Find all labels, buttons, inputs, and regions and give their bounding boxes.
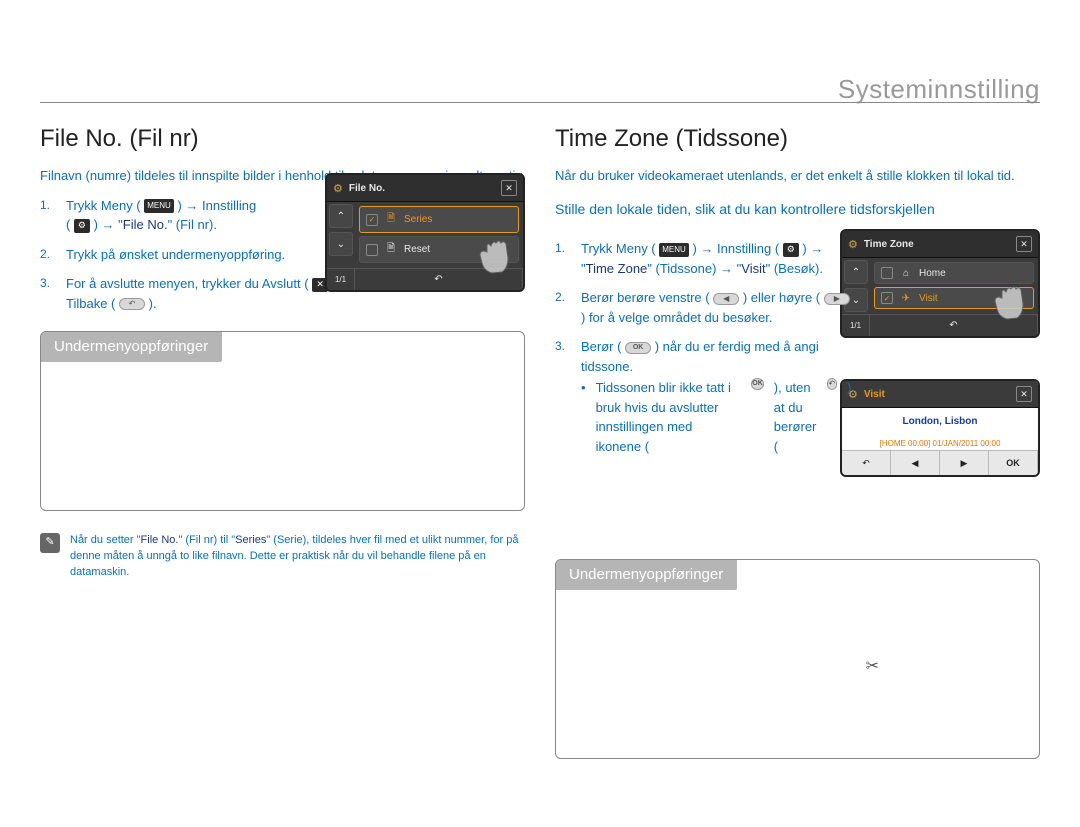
right-column: Time Zone (Tidssone) Når du bruker video… xyxy=(555,125,1040,759)
lcd-row-label: Home xyxy=(919,268,946,279)
close-icon: ✕ xyxy=(501,180,517,196)
page-indicator: 1/1 xyxy=(327,268,355,290)
step-text-navy: File No. xyxy=(123,217,168,232)
submenu-box-file-no: Undermenyoppføringer xyxy=(40,331,525,511)
arrow-left-icon: ◀ xyxy=(891,451,940,475)
step-text: " (Fil nr). xyxy=(168,217,217,232)
gear-icon: ⚙ xyxy=(783,243,799,257)
file-icon: 🗎 xyxy=(384,241,398,258)
lcd-title: Time Zone xyxy=(864,239,914,250)
step-text: ). xyxy=(847,378,855,456)
step-text: Trykk Meny ( xyxy=(66,198,141,213)
step-text-navy: Visit xyxy=(741,261,765,276)
step-text: For å avslutte menyen, trykker du Avslut… xyxy=(66,276,309,291)
step-text: " (Besøk). xyxy=(766,261,823,276)
step-text: ). xyxy=(149,296,157,311)
note-text: Når du setter " xyxy=(70,534,141,546)
note-text-navy: Series xyxy=(235,534,266,546)
back-icon: ↶ xyxy=(119,298,145,310)
step-marker: 3. xyxy=(555,337,571,466)
lcd-row-label: Visit xyxy=(919,293,938,304)
step-text: ) → Innstilling xyxy=(177,198,256,213)
check-icon: ✓ xyxy=(366,214,378,226)
step-text: " (Tidssone) → " xyxy=(647,261,741,276)
back-icon: ↶ xyxy=(827,378,837,390)
menu-button-icon: MENU xyxy=(144,199,174,213)
arrow-left-icon: ◀ xyxy=(713,293,739,305)
lcd-file-no: ⚙ File No. ✕ ⌃ ⌄ ✓ 🗎 Series xyxy=(325,173,525,292)
note-icon: ✎ xyxy=(40,533,60,553)
step-marker: 1. xyxy=(555,239,571,278)
chevron-up-icon: ⌃ xyxy=(329,204,353,228)
chapter-title: Systeminnstilling xyxy=(838,74,1040,105)
intro-time-zone: Når du bruker videokameraet utenlands, e… xyxy=(555,167,1040,186)
check-empty-icon xyxy=(881,267,893,279)
chevron-down-icon: ⌄ xyxy=(329,232,353,256)
ok-icon: OK xyxy=(625,342,651,354)
step-text-navy: Time Zone xyxy=(586,261,648,276)
gear-icon: ⚙ xyxy=(333,182,343,195)
visit-home-line: [HOME 00:00] 01/JAN/2011 00:00 xyxy=(846,439,1034,448)
lcd-title: File No. xyxy=(349,183,385,194)
step-text: Berør berøre venstre ( xyxy=(581,290,710,305)
step-text: ) for å velge området du besøker. xyxy=(581,310,772,325)
callout-time-zone: Stille den lokale tiden, slik at du kan … xyxy=(555,200,1040,220)
note-file-no: ✎ Når du setter "File No." (Fil nr) til … xyxy=(40,533,525,581)
submenu-tab: Undermenyoppføringer xyxy=(555,559,737,590)
note-text-navy: File No. xyxy=(141,534,179,546)
check-icon: ✓ xyxy=(881,292,893,304)
menu-button-icon: MENU xyxy=(659,243,689,257)
step-text: ) → Innstilling ( xyxy=(692,241,779,256)
section-heading-file-no: File No. (Fil nr) xyxy=(40,125,525,153)
step-text: ), uten at du berører ( xyxy=(774,378,817,456)
step-marker: 2. xyxy=(40,245,56,265)
close-icon: ✕ xyxy=(1016,236,1032,252)
hand-pointer-icon xyxy=(471,234,519,282)
lcd-row-series: ✓ 🗎 Series xyxy=(359,206,519,233)
arrow-right-icon: ▶ xyxy=(824,293,850,305)
lcd-title: Visit xyxy=(864,389,885,400)
step-text: Trykk Meny ( xyxy=(581,241,656,256)
step-text: ) eller høyre ( xyxy=(743,290,820,305)
home-icon: ⌂ xyxy=(899,268,913,279)
left-column: File No. (Fil nr) Filnavn (numre) tildel… xyxy=(40,125,525,759)
steps-time-zone: 1. Trykk Meny ( MENU ) → Innstilling ( ⚙… xyxy=(555,239,855,476)
step-text: ) → " xyxy=(94,217,123,232)
section-heading-time-zone: Time Zone (Tidssone) xyxy=(555,125,1040,153)
step-text: ( xyxy=(66,217,70,232)
hand-pointer-icon xyxy=(986,280,1034,328)
lcd-row-label: Reset xyxy=(404,244,430,255)
ok-icon: OK xyxy=(751,378,764,390)
check-empty-icon xyxy=(366,244,378,256)
step-marker: 3. xyxy=(40,274,56,313)
arrow-right-icon: ▶ xyxy=(940,451,989,475)
step-marker: 1. xyxy=(40,196,56,235)
submenu-box-time-zone: Undermenyoppføringer ✂ xyxy=(555,559,1040,759)
lcd-time-zone: ⚙ Time Zone ✕ ⌃ ⌄ ⌂ Home xyxy=(840,229,1040,338)
step-marker: 2. xyxy=(555,288,571,327)
ok-button: OK xyxy=(989,451,1038,475)
close-icon: ✕ xyxy=(1016,386,1032,402)
submenu-tab: Undermenyoppføringer xyxy=(40,331,222,362)
header-rule xyxy=(40,102,1040,103)
gear-icon: ⚙ xyxy=(74,219,90,233)
lcd-visit: ⚙ Visit ✕ London, Lisbon [HOME 00:00] 01… xyxy=(840,379,1040,477)
step-text: Berør ( xyxy=(581,339,621,354)
step-text: Tidssonen blir ikke tatt i bruk hvis du … xyxy=(596,378,742,456)
scissors-icon: ✂ xyxy=(866,656,879,676)
note-text: " (Fil nr) til " xyxy=(178,534,235,546)
visit-city: London, Lisbon xyxy=(846,416,1034,427)
file-icon: 🗎 xyxy=(384,211,398,228)
plane-icon: ✈ xyxy=(899,293,913,304)
lcd-row-label: Series xyxy=(404,214,432,225)
